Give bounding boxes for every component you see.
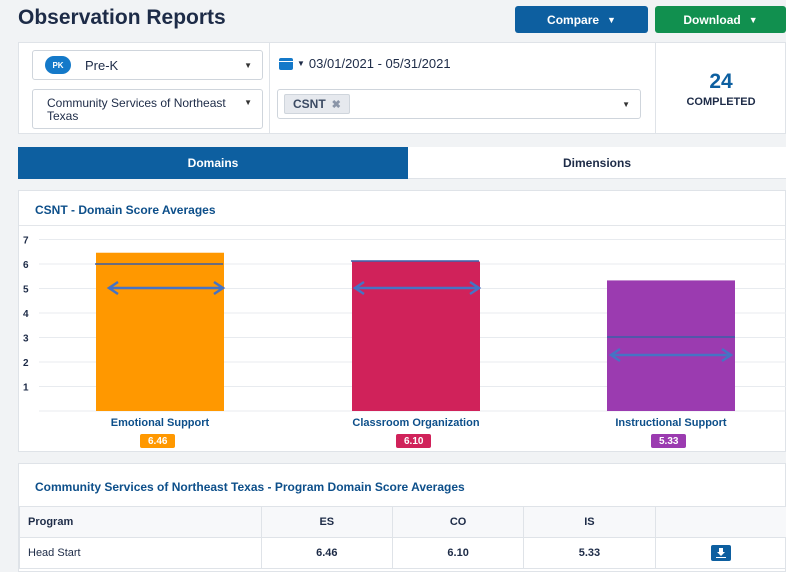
bar[interactable]: [352, 261, 480, 411]
date-range-label: 03/01/2021 - 05/31/2021: [308, 56, 451, 71]
y-tick-label: 4: [23, 309, 29, 320]
is-score: 5.33: [523, 537, 656, 569]
chevron-down-icon: ▼: [748, 14, 758, 25]
download-label: Download: [683, 12, 741, 27]
site-tag-label: CSNT: [293, 97, 326, 111]
table-title: Community Services of Northeast Texas - …: [35, 480, 465, 494]
es-score: 6.46: [260, 537, 393, 569]
bar-chart: 1 2 3 4 5 6 7: [23, 236, 786, 412]
site-tag: CSNT ✖: [284, 94, 350, 114]
table-header-row: Program ES CO IS: [19, 506, 786, 538]
download-button[interactable]: Download ▼: [655, 6, 786, 33]
grade-select[interactable]: PK Pre-K ▼: [32, 50, 263, 80]
y-tick-label: 3: [23, 334, 29, 345]
calendar-icon: [279, 57, 293, 70]
completed-label: COMPLETED: [686, 96, 756, 108]
bar[interactable]: [607, 280, 735, 411]
row-actions: [654, 537, 786, 569]
domain-chart-panel: CSNT - Domain Score Averages 1234567 Emo…: [18, 190, 786, 452]
column-header-is: IS: [523, 506, 656, 538]
chevron-down-icon: ▼: [297, 59, 305, 68]
compare-label: Compare: [547, 12, 600, 27]
organization-label: Community Services of Northeast Texas: [47, 96, 226, 123]
date-range-picker[interactable]: ▼ 03/01/2021 - 05/31/2021: [279, 56, 451, 71]
column-header-es: ES: [260, 506, 393, 538]
column-header-actions: [654, 506, 786, 538]
compare-button[interactable]: Compare ▼: [515, 6, 648, 33]
bar-value-badge: 6.46: [140, 434, 176, 448]
program-table-panel: Community Services of Northeast Texas - …: [18, 463, 786, 572]
y-tick-label: 1: [23, 383, 29, 394]
filter-panel: PK Pre-K ▼ Community Services of Northea…: [18, 42, 786, 134]
y-tick-label: 6: [23, 260, 29, 271]
completed-summary: 24 COMPLETED: [655, 43, 786, 135]
close-icon[interactable]: ✖: [332, 98, 341, 111]
chevron-down-icon: ▼: [244, 98, 252, 107]
bar-category-label: Classroom Organization: [352, 417, 480, 429]
divider: [269, 43, 270, 133]
tab-domains[interactable]: Domains: [18, 147, 408, 179]
download-icon[interactable]: [710, 545, 731, 561]
tab-dimensions[interactable]: Dimensions: [408, 147, 786, 179]
y-tick-label: 5: [23, 285, 29, 296]
column-header-program: Program: [19, 506, 262, 538]
table-row: Head Start 6.46 6.10 5.33: [19, 537, 786, 569]
program-table: Program ES CO IS Head Start 6.46 6.10 5.…: [19, 506, 786, 569]
chevron-down-icon: ▼: [244, 60, 252, 70]
site-select[interactable]: CSNT ✖ ▼: [277, 89, 641, 119]
bar-category-label: Emotional Support: [110, 417, 210, 429]
chevron-down-icon: ▼: [622, 100, 630, 109]
program-name: Head Start: [19, 537, 262, 569]
chevron-down-icon: ▼: [607, 14, 616, 25]
bar-category-label: Instructional Support: [615, 417, 727, 429]
column-header-co: CO: [391, 506, 525, 538]
grade-badge: PK: [45, 56, 71, 74]
y-tick-label: 7: [23, 236, 29, 247]
y-tick-label: 2: [23, 358, 29, 369]
bar-value-badge: 5.33: [651, 434, 687, 448]
bar-value-badge: 6.10: [396, 434, 432, 448]
bar[interactable]: [96, 252, 224, 411]
completed-count: 24: [709, 70, 733, 93]
co-score: 6.10: [391, 537, 525, 569]
page-title: Observation Reports: [18, 6, 226, 29]
organization-select[interactable]: Community Services of Northeast Texas ▼: [32, 89, 263, 129]
grade-label: Pre-K: [85, 57, 119, 73]
